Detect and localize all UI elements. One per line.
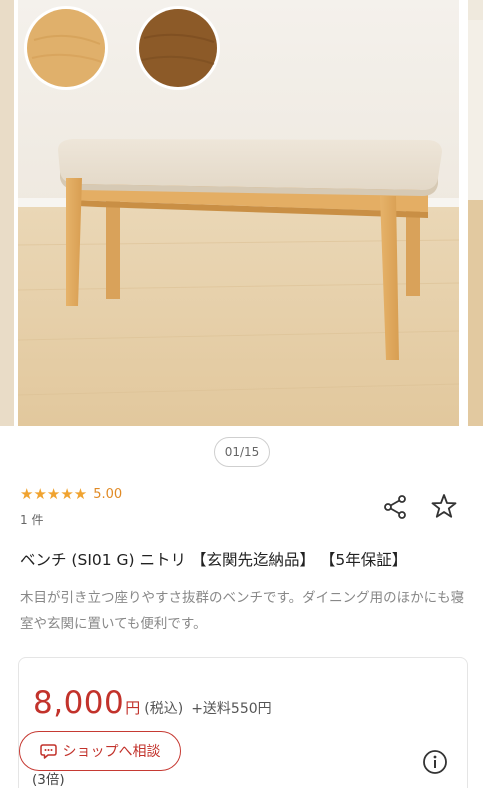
share-button[interactable] <box>380 492 410 522</box>
image-pager: 01/15 <box>214 437 270 467</box>
price-currency: 円 <box>125 699 141 717</box>
favorite-button[interactable] <box>429 491 459 521</box>
info-button[interactable] <box>422 749 448 775</box>
price-amount: 8,000 <box>33 685 125 721</box>
contact-shop-button[interactable]: ショップへ相談 <box>19 731 181 771</box>
star-outline-icon <box>431 494 457 518</box>
price-tax-label: (税込) <box>144 701 184 717</box>
review-count[interactable]: 1 件 <box>20 511 43 528</box>
previous-image-peek[interactable] <box>0 0 14 426</box>
product-description: 木目が引き立つ座りやすさ抜群のベンチです。ダイニング用のほかにも寝室や玄関に置い… <box>20 590 465 632</box>
product-image-gallery[interactable] <box>0 0 483 430</box>
product-image[interactable] <box>18 0 459 426</box>
price-row: 8,000 円 (税込) +送料550円 <box>33 685 272 721</box>
rating-summary[interactable]: ★★★★★ 5.00 <box>20 485 122 503</box>
bench-photo <box>18 0 459 426</box>
product-title: ベンチ (SI01 G) ニトリ 【玄関先迄納品】 【5年保証】 <box>20 551 408 569</box>
contact-shop-label: ショップへ相談 <box>62 744 161 760</box>
color-swatch-natural[interactable] <box>24 6 108 90</box>
rating-value: 5.00 <box>93 486 123 502</box>
info-icon <box>423 750 447 774</box>
next-image-peek[interactable] <box>468 0 483 426</box>
share-icon <box>384 495 406 519</box>
shipping-fee: +送料550円 <box>191 701 272 717</box>
points-multiplier: (3倍) <box>32 772 65 788</box>
color-swatch-medium-brown[interactable] <box>136 6 220 90</box>
chat-icon <box>39 743 57 759</box>
star-rating-icon: ★★★★★ <box>20 485 88 503</box>
